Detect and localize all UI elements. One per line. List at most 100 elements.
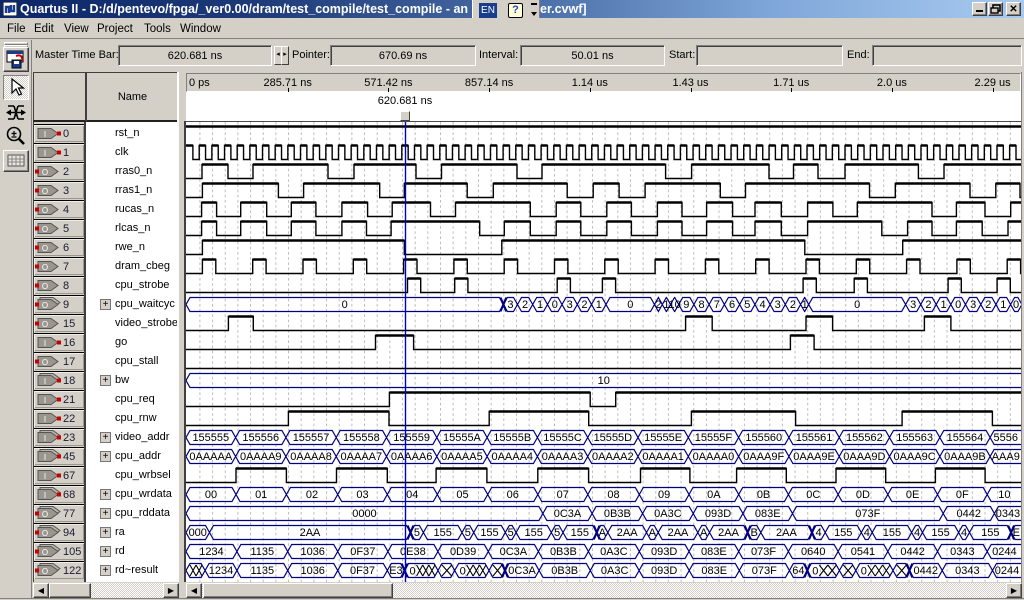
svg-text:O: O bbox=[42, 548, 48, 557]
svg-text:O: O bbox=[42, 225, 48, 234]
svg-text:01: 01 bbox=[255, 489, 267, 501]
svg-text:0AAAA2: 0AAAA2 bbox=[592, 451, 634, 463]
svg-text:3: 3 bbox=[507, 299, 513, 311]
svg-text:073F: 073F bbox=[855, 508, 880, 520]
svg-text:6: 6 bbox=[729, 299, 735, 311]
svg-text:0AAAA0: 0AAAA0 bbox=[693, 451, 735, 463]
svg-text:0000: 0000 bbox=[352, 508, 376, 520]
svg-text:4: 4 bbox=[961, 527, 967, 539]
svg-text:2: 2 bbox=[655, 299, 661, 311]
svg-text:09: 09 bbox=[658, 489, 670, 501]
svg-text:083E: 083E bbox=[755, 508, 781, 520]
svg-text:1234: 1234 bbox=[209, 565, 233, 577]
svg-text:155: 155 bbox=[480, 527, 498, 539]
svg-text:1: 1 bbox=[802, 299, 808, 311]
svg-text:2: 2 bbox=[581, 299, 587, 311]
svg-text:4: 4 bbox=[864, 527, 870, 539]
svg-text:2AA: 2AA bbox=[617, 527, 638, 539]
svg-text:I: I bbox=[44, 339, 46, 348]
svg-text:0AAAA4: 0AAAA4 bbox=[491, 451, 533, 463]
svg-text:155: 155 bbox=[883, 527, 901, 539]
svg-text:0: 0 bbox=[812, 566, 818, 578]
svg-text:0AAA9D: 0AAA9D bbox=[843, 451, 885, 463]
svg-text:00: 00 bbox=[205, 489, 217, 501]
svg-text:0AAA9C: 0AAA9C bbox=[894, 451, 936, 463]
svg-text:0541: 0541 bbox=[851, 546, 875, 558]
svg-text:O: O bbox=[42, 529, 48, 538]
svg-text:1135: 1135 bbox=[250, 565, 274, 577]
svg-text:O: O bbox=[42, 358, 48, 367]
svg-text:I: I bbox=[44, 472, 46, 481]
svg-text:5: 5 bbox=[744, 299, 750, 311]
svg-text:073F: 073F bbox=[752, 565, 777, 577]
svg-text:0C3A: 0C3A bbox=[500, 546, 528, 558]
svg-text:0A3C: 0A3C bbox=[654, 508, 682, 520]
svg-text:A: A bbox=[599, 527, 607, 539]
svg-text:O: O bbox=[42, 320, 48, 329]
svg-text:0A3C: 0A3C bbox=[601, 565, 629, 577]
svg-text:0C: 0C bbox=[806, 489, 820, 501]
svg-text:04: 04 bbox=[406, 489, 418, 501]
svg-text:0E: 0E bbox=[906, 489, 919, 501]
svg-text:155: 155 bbox=[571, 527, 589, 539]
svg-text:3: 3 bbox=[567, 299, 573, 311]
svg-text:07: 07 bbox=[557, 489, 569, 501]
svg-text:0: 0 bbox=[955, 299, 961, 311]
svg-text:0AAAA3: 0AAAA3 bbox=[542, 451, 584, 463]
svg-text:A: A bbox=[649, 527, 657, 539]
svg-text:O: O bbox=[42, 567, 48, 576]
svg-text:I: I bbox=[44, 130, 46, 139]
svg-text:5: 5 bbox=[554, 527, 560, 539]
svg-text:0343: 0343 bbox=[955, 565, 979, 577]
svg-text:0AAAA6: 0AAAA6 bbox=[391, 451, 433, 463]
svg-text:05: 05 bbox=[456, 489, 468, 501]
svg-text:2: 2 bbox=[925, 299, 931, 311]
svg-text:0AAAAA: 0AAAAA bbox=[189, 451, 232, 463]
svg-text:0: 0 bbox=[861, 566, 867, 578]
svg-text:0343: 0343 bbox=[996, 508, 1020, 520]
svg-text:03: 03 bbox=[356, 489, 368, 501]
svg-text:155563: 155563 bbox=[896, 432, 933, 444]
svg-text:0AAA9B: 0AAA9B bbox=[944, 451, 986, 463]
svg-text:5: 5 bbox=[414, 527, 420, 539]
svg-text:0B3B: 0B3B bbox=[550, 546, 577, 558]
svg-text:0C3A: 0C3A bbox=[554, 508, 582, 520]
svg-text:155559: 155559 bbox=[393, 432, 430, 444]
svg-text:1036: 1036 bbox=[300, 565, 324, 577]
svg-text:0244: 0244 bbox=[995, 565, 1019, 577]
svg-text:155556: 155556 bbox=[242, 432, 279, 444]
svg-text:1036: 1036 bbox=[300, 546, 324, 558]
svg-text:0: 0 bbox=[410, 566, 416, 578]
svg-text:O: O bbox=[42, 187, 48, 196]
svg-text:155562: 155562 bbox=[846, 432, 883, 444]
svg-text:08: 08 bbox=[607, 489, 619, 501]
svg-text:O: O bbox=[42, 206, 48, 215]
svg-text:10: 10 bbox=[598, 375, 610, 387]
svg-text:2AA: 2AA bbox=[300, 527, 321, 539]
svg-text:O: O bbox=[42, 263, 48, 272]
svg-text:155564: 155564 bbox=[947, 432, 984, 444]
svg-text:155: 155 bbox=[434, 527, 452, 539]
svg-text:0: 0 bbox=[342, 299, 348, 311]
svg-text:155: 155 bbox=[525, 527, 543, 539]
svg-text:O: O bbox=[42, 510, 48, 519]
svg-text:8: 8 bbox=[698, 299, 704, 311]
svg-text:0AAA9F: 0AAA9F bbox=[743, 451, 784, 463]
svg-text:0AAAA9: 0AAAA9 bbox=[240, 451, 282, 463]
svg-text:O: O bbox=[42, 301, 48, 310]
svg-text:093D: 093D bbox=[651, 546, 677, 558]
svg-text:0A: 0A bbox=[707, 489, 721, 501]
svg-text:155557: 155557 bbox=[293, 432, 330, 444]
svg-text:A: A bbox=[700, 527, 708, 539]
svg-text:I: I bbox=[44, 434, 46, 443]
svg-text:0AAAA1: 0AAAA1 bbox=[642, 451, 684, 463]
svg-text:0: 0 bbox=[1013, 299, 1019, 311]
svg-text:15555A: 15555A bbox=[443, 432, 482, 444]
svg-text:0343: 0343 bbox=[950, 546, 974, 558]
svg-text:3: 3 bbox=[910, 299, 916, 311]
svg-text:O: O bbox=[42, 244, 48, 253]
svg-text:10: 10 bbox=[668, 299, 680, 311]
svg-text:5556: 5556 bbox=[994, 432, 1018, 444]
svg-text:O: O bbox=[42, 168, 48, 177]
svg-text:2AA: 2AA bbox=[776, 527, 797, 539]
